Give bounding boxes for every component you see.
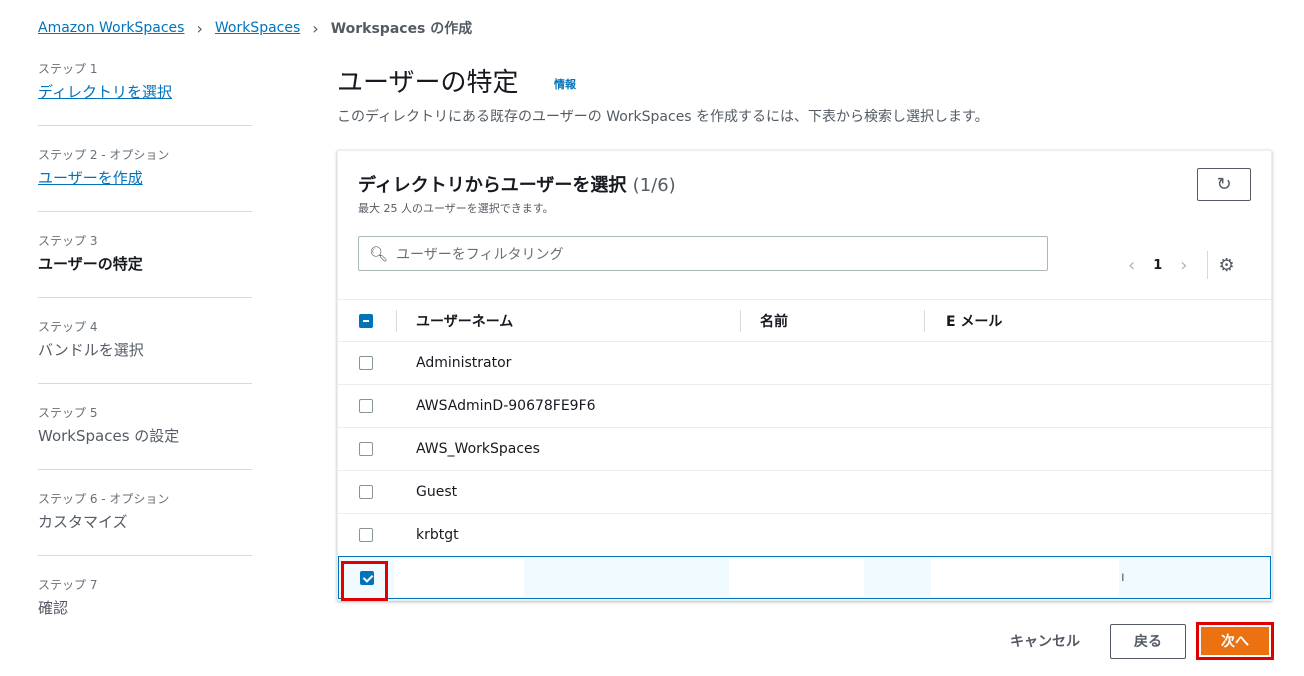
user-selection-panel: ディレクトリからユーザーを選択 (1/6) 最大 25 人のユーザーを選択できま… [337, 150, 1272, 601]
selection-count: (1/6) [632, 175, 676, 196]
table-row[interactable]: krbtgt [338, 513, 1271, 556]
step-number: ステップ 7 [38, 578, 98, 592]
gear-icon[interactable]: ⚙ [1218, 255, 1234, 276]
panel-subtitle: 最大 25 人のユーザーを選択できます。 [358, 202, 554, 215]
column-divider [740, 310, 741, 332]
step-label-workspaces-settings: WorkSpaces の設定 [38, 427, 180, 445]
chevron-right-icon: › [312, 18, 319, 38]
row-checkbox[interactable] [359, 485, 373, 499]
wizard-steps: ステップ 1 ディレクトリを選択 ステップ 2 - オプション ユーザーを作成 … [38, 60, 252, 662]
pager-divider [1207, 251, 1209, 279]
table-row[interactable]: AWS_WorkSpaces [338, 427, 1271, 470]
step-6: ステップ 6 - オプション カスタマイズ [38, 490, 252, 556]
step-1: ステップ 1 ディレクトリを選択 [38, 60, 252, 126]
pagination: ‹ 1 › ⚙ [1128, 251, 1235, 279]
breadcrumb-amazon-workspaces[interactable]: Amazon WorkSpaces [38, 20, 184, 36]
chevron-right-icon: › [196, 18, 203, 38]
step-number: ステップ 3 [38, 234, 98, 248]
redacted-email [931, 559, 1119, 596]
page-description: このディレクトリにある既存のユーザーの WorkSpaces を作成するには、下… [337, 109, 989, 125]
table-header: ユーザーネーム 名前 E メール [338, 299, 1271, 341]
cell-username: AWSAdminD-90678FE9F6 [416, 398, 596, 414]
breadcrumb-workspaces[interactable]: WorkSpaces [215, 20, 300, 36]
column-divider [924, 310, 925, 332]
redacted-username [394, 559, 524, 596]
table-row[interactable]: Administrator [338, 341, 1271, 384]
step-link-create-users[interactable]: ユーザーを作成 [38, 167, 252, 188]
current-page[interactable]: 1 [1153, 258, 1162, 273]
table-row[interactable]: Guest [338, 470, 1271, 513]
column-header-name[interactable]: 名前 [760, 311, 788, 331]
user-filter-input[interactable]: 🔍︎ ユーザーをフィルタリング [358, 236, 1048, 271]
cell-username: Administrator [416, 355, 512, 371]
column-divider [396, 310, 397, 332]
redacted-name [729, 559, 864, 596]
next-button[interactable]: 次へ [1201, 627, 1269, 655]
step-label-select-bundle: バンドルを選択 [38, 341, 144, 359]
search-placeholder: ユーザーをフィルタリング [396, 246, 564, 263]
wizard-footer: キャンセル 戻る 次へ [1010, 622, 1274, 660]
refresh-icon: ↻ [1216, 174, 1232, 195]
cell-email-fragment: ı [1121, 570, 1125, 585]
row-checkbox[interactable] [359, 442, 373, 456]
select-all-checkbox[interactable] [359, 313, 373, 328]
column-header-email[interactable]: E メール [946, 311, 1002, 331]
step-number: ステップ 1 [38, 62, 98, 76]
step-3: ステップ 3 ユーザーの特定 [38, 232, 252, 298]
info-link[interactable]: 情報 [554, 76, 576, 92]
row-checkbox[interactable] [359, 399, 373, 413]
step-label-customize: カスタマイズ [38, 513, 128, 531]
step-2: ステップ 2 - オプション ユーザーを作成 [38, 146, 252, 212]
previous-page-icon[interactable]: ‹ [1128, 255, 1135, 276]
table-row-selected[interactable]: ı [338, 556, 1271, 599]
step-7: ステップ 7 確認 [38, 576, 252, 642]
step-current-identify-users: ユーザーの特定 [38, 255, 143, 273]
back-button[interactable]: 戻る [1110, 623, 1186, 659]
panel-title: ディレクトリからユーザーを選択 (1/6) [358, 171, 676, 197]
highlight-selected-checkbox [341, 561, 388, 601]
cell-username: AWS_WorkSpaces [416, 441, 540, 457]
row-checkbox[interactable] [359, 528, 373, 542]
panel-title-text: ディレクトリからユーザーを選択 [358, 175, 627, 196]
page-title: ユーザーの特定 [337, 68, 519, 98]
cell-username: krbtgt [416, 527, 459, 543]
step-number: ステップ 4 [38, 320, 98, 334]
cancel-button[interactable]: キャンセル [1010, 631, 1080, 651]
step-number: ステップ 6 - オプション [38, 492, 170, 506]
step-label-review: 確認 [38, 599, 69, 617]
breadcrumb-current: Workspaces の作成 [330, 21, 473, 37]
cell-username: Guest [416, 484, 458, 500]
step-link-select-directory[interactable]: ディレクトリを選択 [38, 81, 252, 102]
step-5: ステップ 5 WorkSpaces の設定 [38, 404, 252, 470]
step-number: ステップ 5 [38, 406, 98, 420]
breadcrumb: Amazon WorkSpaces › WorkSpaces › Workspa… [38, 18, 472, 38]
refresh-button[interactable]: ↻ [1197, 168, 1251, 201]
step-4: ステップ 4 バンドルを選択 [38, 318, 252, 384]
highlight-next-button: 次へ [1196, 622, 1274, 660]
users-table: ユーザーネーム 名前 E メール Administrator AWSAdminD… [338, 299, 1271, 599]
table-row[interactable]: AWSAdminD-90678FE9F6 [338, 384, 1271, 427]
next-page-icon[interactable]: › [1180, 255, 1187, 276]
row-checkbox[interactable] [359, 356, 373, 370]
search-icon: 🔍︎ [369, 244, 389, 263]
column-header-username[interactable]: ユーザーネーム [416, 311, 513, 331]
step-number: ステップ 2 - オプション [38, 148, 170, 162]
